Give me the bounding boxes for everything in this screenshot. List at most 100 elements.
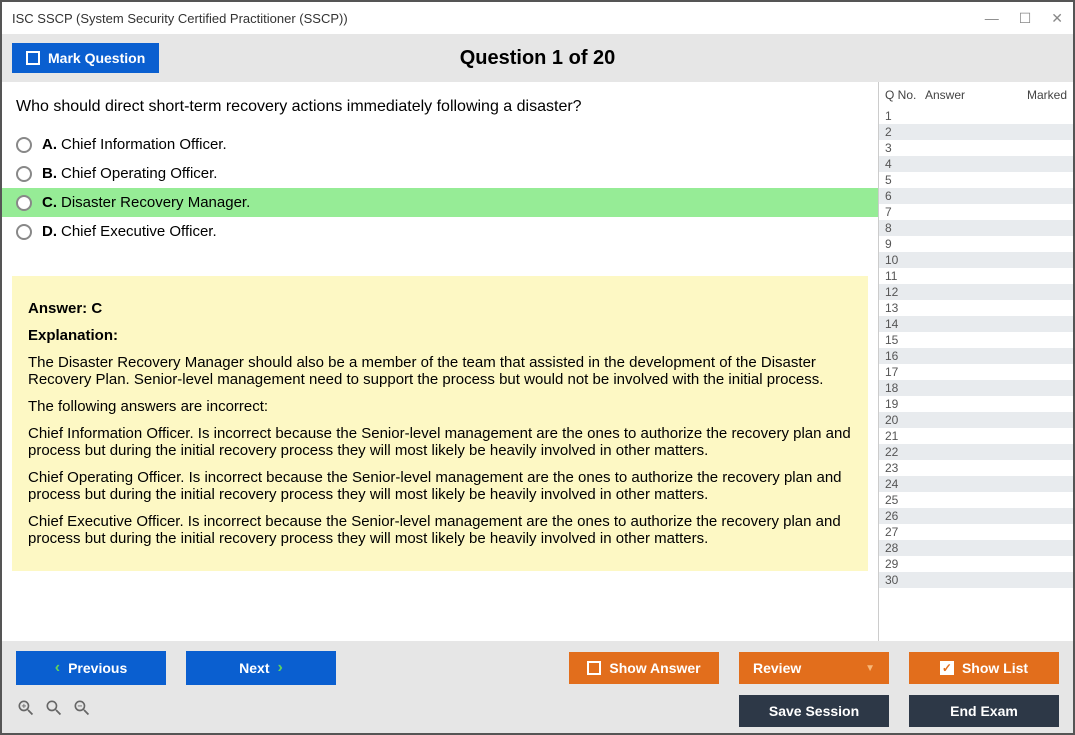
question-row[interactable]: 11 [879,268,1073,284]
row-qno: 14 [885,317,925,331]
row-qno: 6 [885,189,925,203]
question-row[interactable]: 15 [879,332,1073,348]
question-row[interactable]: 18 [879,380,1073,396]
row-qno: 13 [885,301,925,315]
question-row[interactable]: 25 [879,492,1073,508]
question-row[interactable]: 3 [879,140,1073,156]
question-row[interactable]: 13 [879,300,1073,316]
close-icon[interactable]: ✕ [1051,10,1063,27]
row-qno: 29 [885,557,925,571]
question-row[interactable]: 27 [879,524,1073,540]
question-row[interactable]: 23 [879,460,1073,476]
question-row[interactable]: 1 [879,108,1073,124]
row-qno: 26 [885,509,925,523]
question-row[interactable]: 10 [879,252,1073,268]
question-row[interactable]: 8 [879,220,1073,236]
next-label: Next [239,660,269,676]
footer-row-2: Save Session End Exam [16,695,1059,727]
question-row[interactable]: 19 [879,396,1073,412]
window-controls: — ☐ ✕ [985,10,1063,27]
zoom-in-icon[interactable] [16,698,36,724]
minimize-icon[interactable]: — [985,10,999,27]
question-row[interactable]: 21 [879,428,1073,444]
option-c[interactable]: C.Disaster Recovery Manager. [2,188,878,217]
show-list-label: Show List [962,660,1028,676]
footer: ‹ Previous Next › Show Answer Review ▼ ✓… [2,641,1073,733]
question-row[interactable]: 2 [879,124,1073,140]
col-qno: Q No. [885,88,925,102]
question-row[interactable]: 17 [879,364,1073,380]
footer-row-1: ‹ Previous Next › Show Answer Review ▼ ✓… [16,651,1059,685]
question-row[interactable]: 7 [879,204,1073,220]
explanation-label: Explanation: [28,327,852,344]
options-group: A.Chief Information Officer.B.Chief Oper… [2,130,878,246]
radio-icon [16,137,32,153]
question-row[interactable]: 16 [879,348,1073,364]
option-text: Disaster Recovery Manager. [61,194,250,211]
row-qno: 19 [885,397,925,411]
question-row[interactable]: 12 [879,284,1073,300]
zoom-reset-icon[interactable] [44,698,64,724]
col-answer: Answer [925,88,1012,102]
row-qno: 30 [885,573,925,587]
question-row[interactable]: 24 [879,476,1073,492]
review-label: Review [753,660,801,676]
question-row[interactable]: 20 [879,412,1073,428]
question-row[interactable]: 5 [879,172,1073,188]
row-qno: 11 [885,269,925,283]
explanation-paragraph: The following answers are incorrect: [28,398,852,415]
row-qno: 18 [885,381,925,395]
row-qno: 1 [885,109,925,123]
explanation-body: The Disaster Recovery Manager should als… [28,354,852,547]
question-row[interactable]: 9 [879,236,1073,252]
row-qno: 10 [885,253,925,267]
row-qno: 20 [885,413,925,427]
option-a[interactable]: A.Chief Information Officer. [2,130,878,159]
chevron-left-icon: ‹ [55,659,60,677]
row-qno: 8 [885,221,925,235]
option-letter: B. [42,165,57,182]
main-panel: Who should direct short-term recovery ac… [2,82,878,641]
question-row[interactable]: 28 [879,540,1073,556]
row-qno: 7 [885,205,925,219]
explanation-paragraph: Chief Operating Officer. Is incorrect be… [28,469,852,503]
radio-icon [16,195,32,211]
explanation-paragraph: The Disaster Recovery Manager should als… [28,354,852,388]
window-title: ISC SSCP (System Security Certified Prac… [12,11,348,26]
review-button[interactable]: Review ▼ [739,652,889,684]
chevron-right-icon: › [278,659,283,677]
col-marked: Marked [1012,88,1067,102]
body: Who should direct short-term recovery ac… [2,82,1073,641]
option-b[interactable]: B.Chief Operating Officer. [2,159,878,188]
end-exam-button[interactable]: End Exam [909,695,1059,727]
sidebar-body[interactable]: 1234567891011121314151617181920212223242… [879,108,1073,641]
question-row[interactable]: 14 [879,316,1073,332]
previous-label: Previous [68,660,127,676]
question-row[interactable]: 26 [879,508,1073,524]
app-window: ISC SSCP (System Security Certified Prac… [0,0,1075,735]
question-row[interactable]: 30 [879,572,1073,588]
row-qno: 23 [885,461,925,475]
checkbox-icon [587,661,601,675]
question-row[interactable]: 4 [879,156,1073,172]
sidebar-header: Q No. Answer Marked [879,82,1073,108]
option-letter: C. [42,194,57,211]
save-session-button[interactable]: Save Session [739,695,889,727]
question-row[interactable]: 22 [879,444,1073,460]
next-button[interactable]: Next › [186,651,336,685]
chevron-down-icon: ▼ [865,663,875,674]
show-answer-button[interactable]: Show Answer [569,652,719,684]
row-qno: 5 [885,173,925,187]
zoom-out-icon[interactable] [72,698,92,724]
maximize-icon[interactable]: ☐ [1019,10,1032,27]
answer-heading: Answer: C [28,300,852,317]
show-list-button[interactable]: ✓ Show List [909,652,1059,684]
radio-icon [16,166,32,182]
question-row[interactable]: 29 [879,556,1073,572]
option-d[interactable]: D.Chief Executive Officer. [2,217,878,246]
question-row[interactable]: 6 [879,188,1073,204]
previous-button[interactable]: ‹ Previous [16,651,166,685]
show-answer-label: Show Answer [609,660,700,676]
row-qno: 9 [885,237,925,251]
option-letter: D. [42,223,57,240]
